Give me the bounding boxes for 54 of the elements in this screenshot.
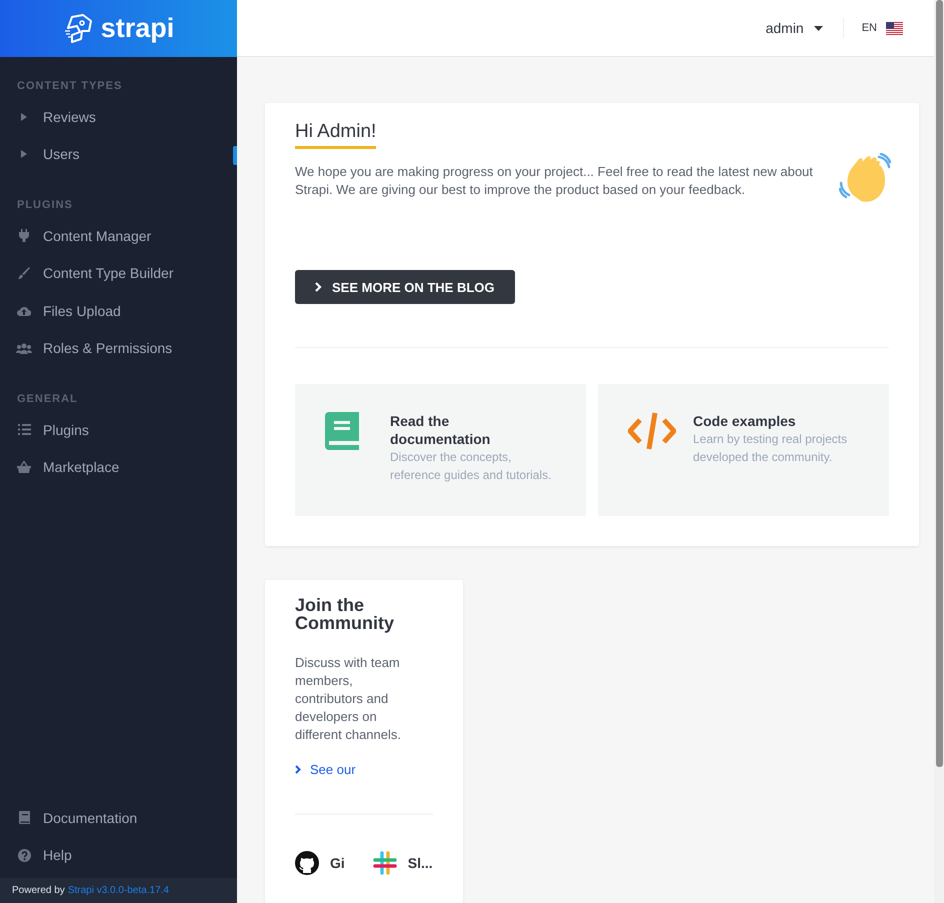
community-title: Join the Community — [295, 596, 395, 632]
help-icon — [18, 848, 30, 862]
cloud-upload-icon — [17, 305, 31, 316]
resource-tile[interactable]: Code examples Learn by testing real projects developed the community. — [598, 384, 889, 516]
user-menu[interactable]: admin — [760, 18, 843, 38]
welcome-text: We hope you are making progress on your project... Feel free to read the latest new about Strapi. We are giving our best to improve the product based on your feedback. — [295, 163, 814, 199]
sidebar-item[interactable]: Content Manager — [0, 217, 237, 254]
chevron-icon — [295, 765, 301, 774]
caret-icon — [21, 112, 27, 121]
tile-description: Discover the concepts, reference guides and tutorials. — [390, 449, 552, 484]
tile-title: Read the documentation — [390, 412, 492, 448]
users-icon — [16, 342, 32, 354]
sidebar-item[interactable]: Roles & Permissions — [0, 330, 237, 367]
sidebar-item[interactable]: Help — [0, 836, 237, 874]
plug-icon — [19, 229, 29, 242]
resource-tile[interactable]: Read the documentation Discover the concepts, reference guides and tutorials. — [295, 384, 586, 516]
see-our-link[interactable]: See our — [295, 762, 356, 777]
section-title: GENERAL — [16, 393, 79, 405]
scroll-indicator — [233, 146, 237, 165]
language-switcher[interactable]: EN — [842, 18, 934, 38]
brush-icon — [18, 267, 30, 280]
book-icon — [325, 412, 359, 450]
tile-description: Learn by testing real projects developed the community. — [693, 431, 848, 466]
community-text: Discuss with team members, contributors and developers on different channels. — [295, 654, 402, 744]
sidebar-item[interactable]: Content Type Builder — [0, 254, 237, 292]
sidebar-item[interactable]: Reviews — [0, 98, 237, 136]
code-icon — [628, 412, 676, 450]
logo-icon — [62, 14, 93, 44]
sidebar-item[interactable]: Users — [0, 136, 237, 173]
sidebar-item[interactable]: Plugins — [0, 411, 237, 448]
powered-by-text: Powered by — [12, 885, 65, 896]
book-icon — [18, 811, 30, 824]
section-title: CONTENT TYPES — [16, 80, 124, 92]
chevron-icon — [315, 282, 322, 292]
sidebar-item[interactable]: Files Upload — [0, 292, 237, 330]
github-icon — [295, 851, 319, 875]
flag-icon — [886, 22, 903, 34]
waving-hand-icon — [839, 153, 891, 205]
sidebar-item[interactable]: Documentation — [0, 799, 237, 836]
brand-name: strapi — [100, 13, 174, 44]
sidebar-item[interactable]: Marketplace — [0, 448, 237, 486]
social-link[interactable]: Gi — [295, 851, 345, 875]
caret-icon — [21, 150, 27, 158]
tile-title: Code examples — [693, 412, 797, 430]
caret-icon — [814, 26, 823, 30]
list-icon — [18, 424, 30, 436]
blog-button[interactable]: SEE MORE ON THE BLOG — [295, 270, 515, 304]
section-title: PLUGINS — [16, 199, 74, 211]
welcome-title: Hi Admin! — [295, 121, 376, 149]
basket-icon — [17, 461, 31, 474]
social-link[interactable]: Sl... — [372, 851, 433, 875]
version-link[interactable]: Strapi v3.0.0-beta.17.4 — [68, 885, 169, 896]
scrollbar-thumb[interactable] — [936, 0, 942, 767]
slack-icon — [372, 851, 397, 875]
